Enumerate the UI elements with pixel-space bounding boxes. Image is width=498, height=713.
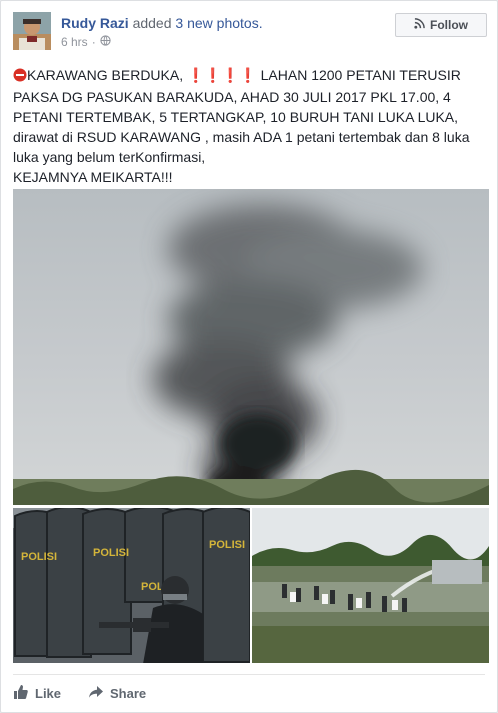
post-header: Rudy Razi added 3 new photos. xyxy=(61,15,263,31)
rss-icon xyxy=(414,18,425,32)
post-line-2: PAKSA DG PASUKAN BARAKUDA, AHAD 30 JULI … xyxy=(13,89,451,105)
photo-riot-police[interactable]: POLISI POLISI POLISI POLI xyxy=(13,508,250,663)
post-line-3: PETANI TERTEMBAK, 5 TERTANGKAP, 10 BURUH… xyxy=(13,109,459,125)
globe-icon xyxy=(100,35,111,49)
thumbs-up-icon xyxy=(13,684,29,703)
follow-label: Follow xyxy=(430,18,468,32)
post-card: Rudy Razi added 3 new photos. 6 hrs · Fo… xyxy=(0,0,498,713)
photo-water-cannon[interactable] xyxy=(252,508,489,663)
photo-count-link[interactable]: 3 new photos. xyxy=(175,15,262,31)
timestamp[interactable]: 6 hrs xyxy=(61,35,88,49)
post-meta: 6 hrs · xyxy=(61,35,111,49)
author-name[interactable]: Rudy Razi xyxy=(61,15,129,31)
share-button[interactable]: Share xyxy=(88,683,146,703)
photo-smoke[interactable] xyxy=(13,189,489,505)
actions-divider xyxy=(13,674,485,675)
like-label: Like xyxy=(35,685,62,701)
follow-button[interactable]: Follow xyxy=(395,13,487,37)
shield-label-3: POLISI xyxy=(209,539,245,551)
exclamation-icons: ❗❗❗❗ xyxy=(187,67,257,83)
shield-label-1: POLISI xyxy=(21,551,57,563)
no-entry-icon xyxy=(13,67,27,87)
post-line-6: KEJAMNYA MEIKARTA!!! xyxy=(13,169,173,185)
post-line-4: dirawat di RSUD KARAWANG , masih ADA 1 p… xyxy=(13,129,470,145)
shield-label-2: POLISI xyxy=(93,547,129,559)
share-arrow-icon xyxy=(88,684,104,703)
meta-separator: · xyxy=(91,35,96,49)
share-label: Share xyxy=(110,685,147,701)
post-line-1b: LAHAN 1200 PETANI TERUSIR xyxy=(260,67,461,83)
like-button[interactable]: Like xyxy=(13,683,61,703)
post-line-1a: KARAWANG BERDUKA, xyxy=(27,67,184,83)
avatar[interactable] xyxy=(13,12,51,50)
post-line-5: luka yang belum terKonfirmasi, xyxy=(13,149,206,165)
post-action-text: added xyxy=(132,15,172,31)
post-body: KARAWANG BERDUKA, ❗❗❗❗ LAHAN 1200 PETANI… xyxy=(13,65,483,187)
